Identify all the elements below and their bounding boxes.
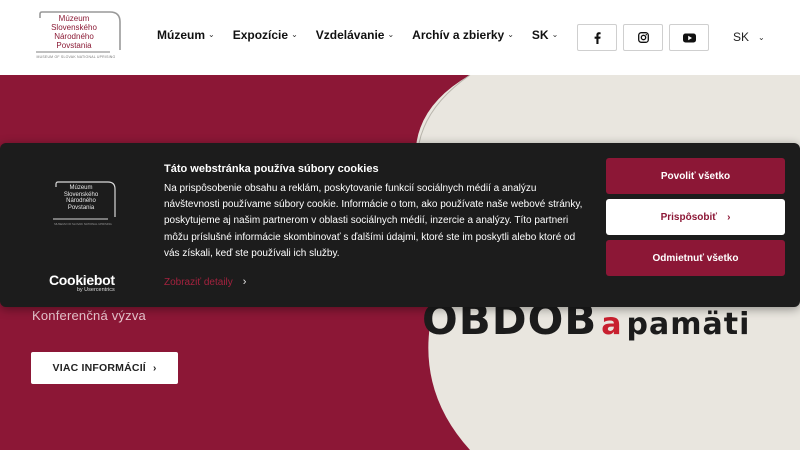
cookie-consent-banner: Múzeum Slovenského Národného Povstania M… [0,143,800,307]
cookie-title: Táto webstránka používa súbory cookies [164,163,379,175]
logo-text: Múzeum Slovenského Národného Povstania [51,14,97,50]
nav-item-archiv[interactable]: Archív a zbierky ⌄ [412,28,514,42]
chevron-down-icon: ⌄ [387,29,395,39]
banner-logo-subtitle: MUSEUM OF SLOVAK NATIONAL UPRISING [54,222,112,226]
nav-item-language[interactable]: SK ⌄ [532,28,558,42]
facebook-button[interactable] [577,24,617,51]
chevron-right-icon: › [242,276,247,288]
chevron-down-icon: ⌄ [551,29,559,39]
show-details-link[interactable]: Zobraziť detaily › [164,276,246,288]
instagram-button[interactable] [623,24,663,51]
instagram-icon [637,32,649,43]
nav-item-muzeum[interactable]: Múzeum ⌄ [157,28,215,42]
logo-subtitle: MUSEUM OF SLOVAK NATIONAL UPRISING [36,55,116,59]
nav-item-vzdelavanie[interactable]: Vzdelávanie ⌄ [316,28,394,42]
cookiebot-brand[interactable]: Cookiebot by Usercentrics [49,272,115,293]
allow-all-button[interactable]: Povoliť všetko [606,158,785,194]
customize-button[interactable]: Prispôsobiť › [606,199,785,235]
chevron-right-icon: › [152,362,157,374]
nav-item-expozicie[interactable]: Expozície ⌄ [233,28,298,42]
banner-museum-logo: Múzeum Slovenského Národného Povstania M… [48,181,118,227]
hero-subtitle: Konferenčná výzva [32,308,146,323]
chevron-down-icon: ⌄ [758,32,765,42]
banner-logo-text: Múzeum Slovenského Národného Povstania [63,185,99,211]
chevron-down-icon: ⌄ [208,29,215,39]
site-header: Múzeum Slovenského Národného Povstania M… [0,0,800,75]
youtube-button[interactable] [669,24,709,51]
chevron-down-icon: ⌄ [507,29,514,39]
museum-logo[interactable]: Múzeum Slovenského Národného Povstania M… [26,10,124,64]
cookie-description: Na prispôsobenie obsahu a reklám, poskyt… [164,183,583,259]
chevron-down-icon: ⌄ [291,29,298,39]
facebook-icon [594,31,601,44]
chevron-right-icon: › [727,211,731,223]
more-info-button[interactable]: VIAC INFORMÁCIÍ › [31,352,178,384]
youtube-icon [682,33,696,42]
deny-all-button[interactable]: Odmietnuť všetko [606,240,785,276]
language-selector[interactable]: SK ⌄ [733,30,765,44]
main-nav: Múzeum ⌄ Expozície ⌄ Vzdelávanie ⌄ Archí… [157,28,576,42]
